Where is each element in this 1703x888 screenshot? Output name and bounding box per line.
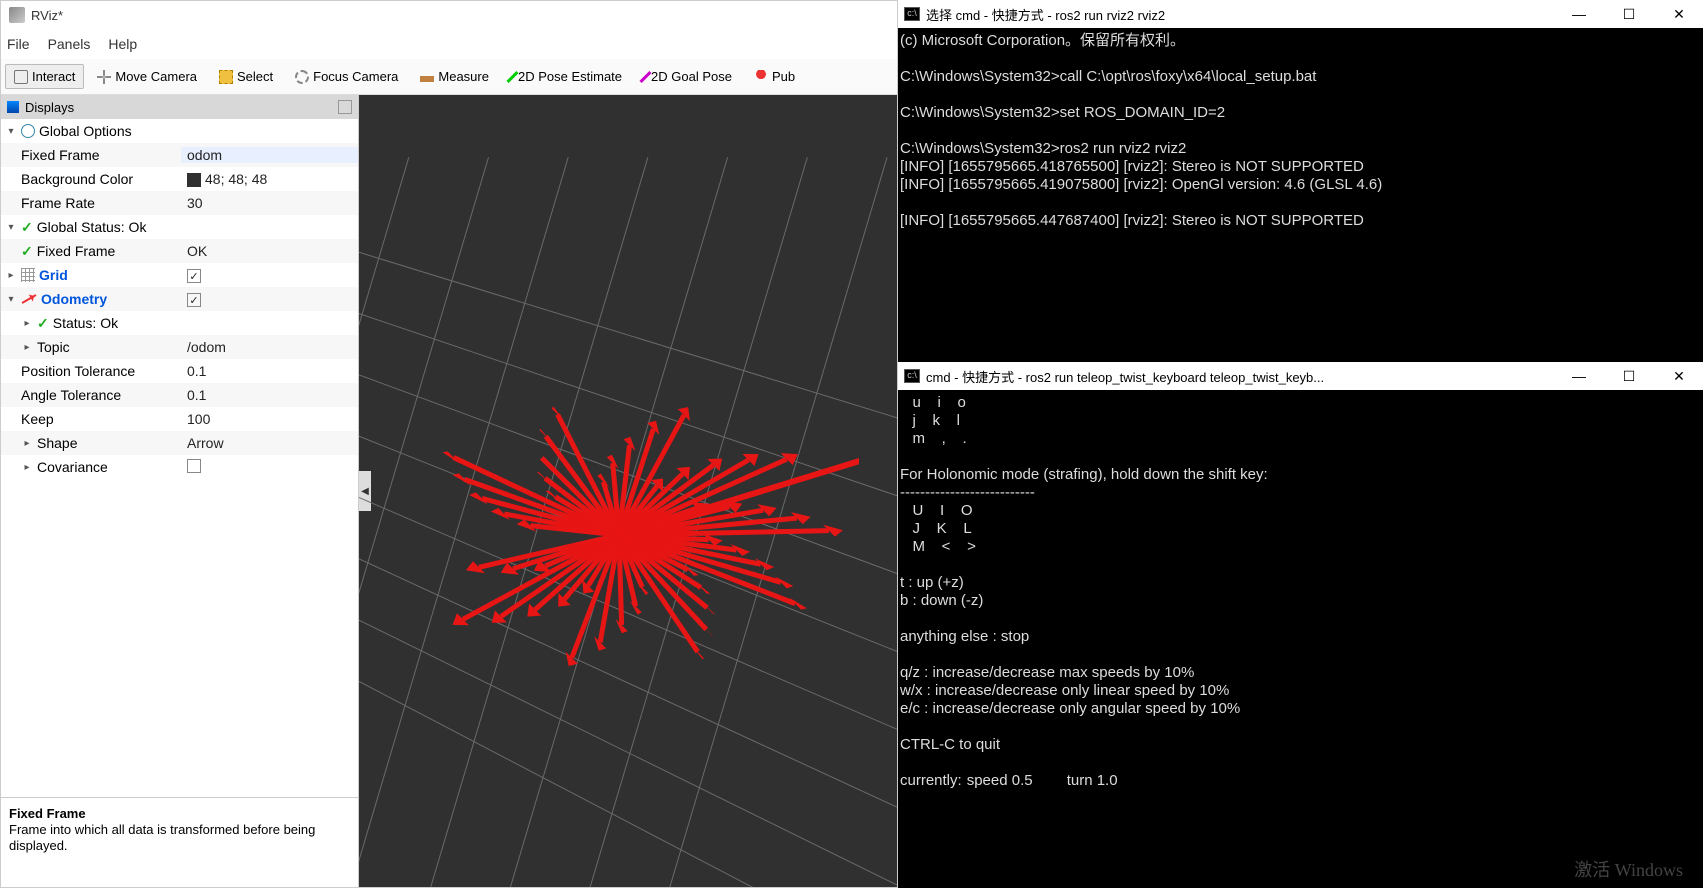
3d-viewport[interactable]: ◀ bbox=[359, 95, 897, 887]
menu-panels[interactable]: Panels bbox=[48, 36, 91, 52]
terminal-teleop: c:\ cmd - 快捷方式 - ros2 run teleop_twist_k… bbox=[898, 362, 1703, 888]
minimize-button[interactable]: — bbox=[1561, 368, 1597, 385]
tool-select[interactable]: Select bbox=[210, 64, 282, 89]
terminal-teleop-output[interactable]: u i o j k l m , . For Holonomic mode (st… bbox=[898, 390, 1703, 794]
gear-icon bbox=[21, 124, 35, 138]
dock-toggle-icon[interactable] bbox=[338, 100, 352, 114]
displays-tree[interactable]: ▾Global Options Fixed Frameodom Backgrou… bbox=[1, 119, 358, 797]
tree-grid[interactable]: ▸Grid✓ bbox=[1, 263, 358, 287]
terminal-teleop-title: cmd - 快捷方式 - ros2 run teleop_twist_keybo… bbox=[926, 367, 1324, 386]
tree-keep[interactable]: Keep100 bbox=[1, 407, 358, 431]
displays-panel: Displays ▾Global Options Fixed Frameodom… bbox=[1, 95, 359, 887]
tree-frame-rate[interactable]: Frame Rate30 bbox=[1, 191, 358, 215]
tree-odometry[interactable]: ▾Odometry✓ bbox=[1, 287, 358, 311]
cmd-icon: c:\ bbox=[904, 7, 920, 21]
tool-focus-camera[interactable]: Focus Camera bbox=[286, 64, 407, 89]
close-button[interactable]: ✕ bbox=[1661, 6, 1697, 23]
rviz-window: RViz* File Panels Help Interact Move Cam… bbox=[0, 0, 898, 888]
tool-measure[interactable]: Measure bbox=[411, 64, 498, 89]
tree-background-color[interactable]: Background Color48; 48; 48 bbox=[1, 167, 358, 191]
rviz-titlebar[interactable]: RViz* bbox=[1, 1, 897, 29]
tool-publish-point[interactable]: Pub bbox=[745, 64, 804, 89]
odometry-checkbox[interactable]: ✓ bbox=[187, 293, 201, 307]
terminal-teleop-titlebar[interactable]: c:\ cmd - 快捷方式 - ros2 run teleop_twist_k… bbox=[898, 362, 1703, 390]
terminal-rviz-output[interactable]: (c) Microsoft Corporation。保留所有权利。 C:\Win… bbox=[898, 28, 1703, 234]
pose-estimate-icon bbox=[506, 70, 518, 82]
menu-help[interactable]: Help bbox=[108, 36, 137, 52]
tool-2d-pose[interactable]: 2D Pose Estimate bbox=[502, 64, 631, 89]
tool-move-camera[interactable]: Move Camera bbox=[88, 64, 206, 89]
terminal-rviz: c:\ 选择 cmd - 快捷方式 - ros2 run rviz2 rviz2… bbox=[898, 0, 1703, 362]
check-icon: ✓ bbox=[21, 243, 33, 260]
tree-odom-topic[interactable]: ▸Topic/odom bbox=[1, 335, 358, 359]
covariance-checkbox[interactable] bbox=[187, 459, 201, 473]
color-swatch[interactable] bbox=[187, 173, 201, 187]
rviz-title: RViz* bbox=[31, 8, 63, 23]
tree-position-tolerance[interactable]: Position Tolerance0.1 bbox=[1, 359, 358, 383]
check-icon: ✓ bbox=[37, 315, 49, 332]
tool-2d-goal[interactable]: 2D Goal Pose bbox=[635, 64, 741, 89]
maximize-button[interactable]: ☐ bbox=[1611, 6, 1647, 23]
tree-angle-tolerance[interactable]: Angle Tolerance0.1 bbox=[1, 383, 358, 407]
tree-global-status[interactable]: ▾✓Global Status: Ok bbox=[1, 215, 358, 239]
tool-interact[interactable]: Interact bbox=[5, 64, 84, 89]
goal-pose-icon bbox=[640, 70, 652, 82]
focus-camera-icon bbox=[295, 70, 309, 84]
displays-header[interactable]: Displays bbox=[1, 95, 358, 119]
select-icon bbox=[219, 70, 233, 84]
tree-shape[interactable]: ▸ShapeArrow bbox=[1, 431, 358, 455]
move-camera-icon bbox=[97, 70, 111, 84]
grid-checkbox[interactable]: ✓ bbox=[187, 269, 201, 283]
cmd-icon: c:\ bbox=[904, 369, 920, 383]
grid-icon bbox=[21, 268, 35, 282]
check-icon: ✓ bbox=[21, 219, 33, 236]
rviz-menubar: File Panels Help bbox=[1, 29, 897, 59]
maximize-button[interactable]: ☐ bbox=[1611, 368, 1647, 385]
terminal-rviz-titlebar[interactable]: c:\ 选择 cmd - 快捷方式 - ros2 run rviz2 rviz2… bbox=[898, 0, 1703, 28]
tree-odom-status[interactable]: ▸✓Status: Ok bbox=[1, 311, 358, 335]
measure-icon bbox=[420, 76, 434, 82]
terminal-rviz-title: 选择 cmd - 快捷方式 - ros2 run rviz2 rviz2 bbox=[926, 5, 1165, 24]
odometry-arrows bbox=[419, 355, 859, 675]
description-panel: Fixed Frame Frame into which all data is… bbox=[1, 797, 358, 887]
description-title: Fixed Frame bbox=[9, 806, 86, 821]
tree-fixed-frame[interactable]: Fixed Frameodom bbox=[1, 143, 358, 167]
publish-point-icon bbox=[754, 70, 768, 84]
displays-icon bbox=[7, 101, 19, 113]
tree-fixed-frame-status[interactable]: ✓Fixed FrameOK bbox=[1, 239, 358, 263]
rviz-app-icon bbox=[9, 7, 25, 23]
windows-watermark: 激活 Windows bbox=[1574, 856, 1683, 882]
close-button[interactable]: ✕ bbox=[1661, 368, 1697, 385]
rviz-toolbar: Interact Move Camera Select Focus Camera… bbox=[1, 59, 897, 95]
odometry-icon bbox=[22, 294, 37, 304]
interact-icon bbox=[14, 70, 28, 84]
tree-global-options[interactable]: ▾Global Options bbox=[1, 119, 358, 143]
minimize-button[interactable]: — bbox=[1561, 6, 1597, 23]
description-body: Frame into which all data is transformed… bbox=[9, 822, 315, 853]
menu-file[interactable]: File bbox=[7, 36, 30, 52]
tree-covariance[interactable]: ▸Covariance bbox=[1, 455, 358, 479]
